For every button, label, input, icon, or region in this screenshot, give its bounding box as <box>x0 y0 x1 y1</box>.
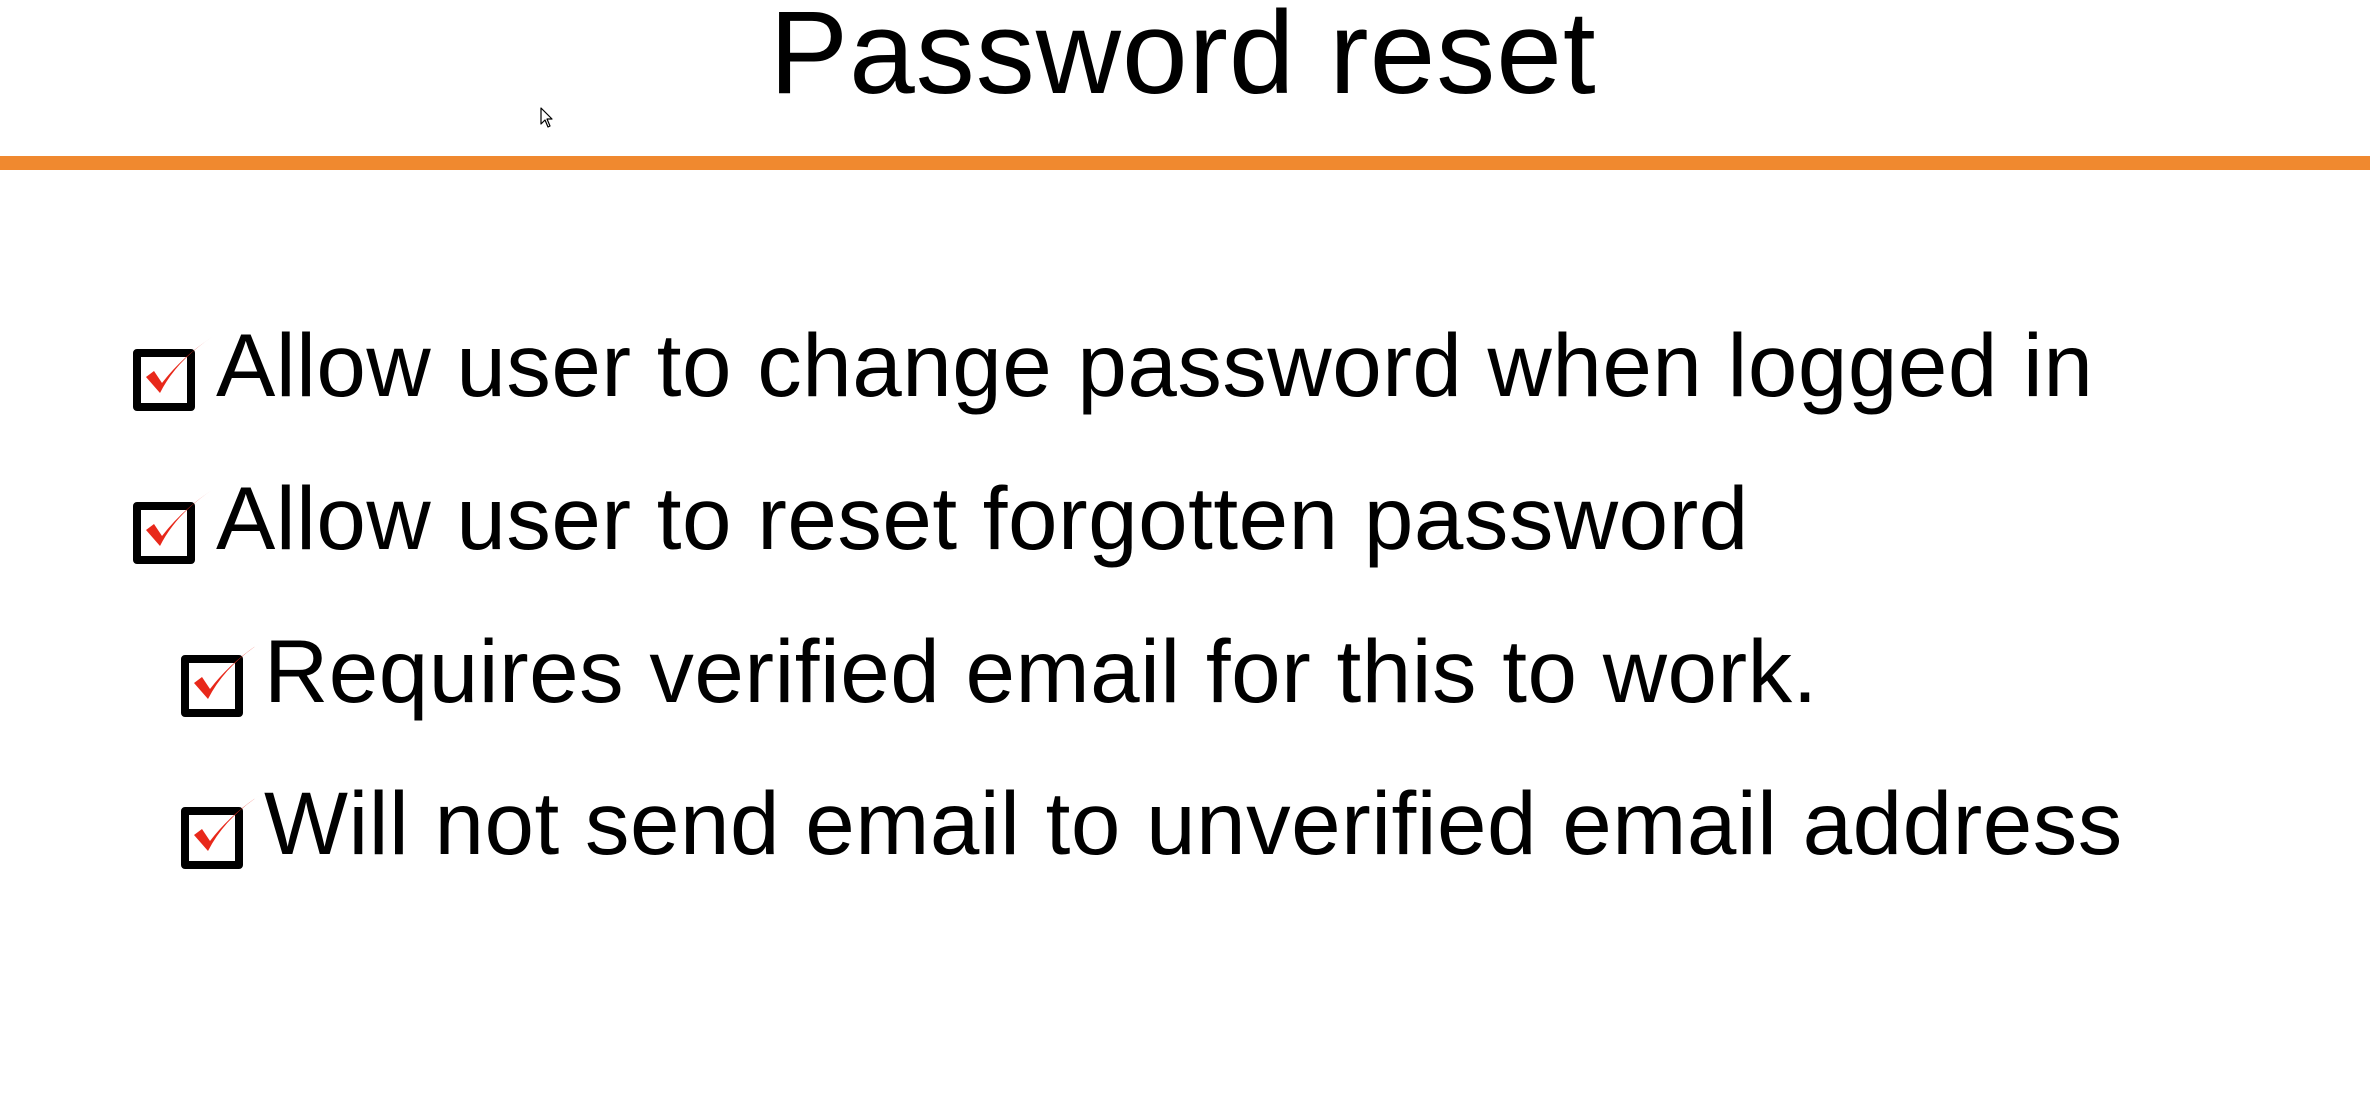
checked-box-icon <box>180 785 264 869</box>
sub-bullet-item: Requires verified email for this to work… <box>180 621 1818 721</box>
sub-bullet-item: Will not send email to unverified email … <box>180 773 2123 873</box>
bullet-text: Requires verified email for this to work… <box>264 621 1818 721</box>
bullet-text: Allow user to change password when logge… <box>216 315 2094 415</box>
bullet-text: Allow user to reset forgotten password <box>216 468 1749 568</box>
slide-title: Password reset <box>769 0 1597 119</box>
mouse-pointer-icon <box>540 107 554 129</box>
bullet-text: Will not send email to unverified email … <box>264 773 2123 873</box>
bullet-item: Allow user to reset forgotten password <box>132 468 1749 568</box>
checked-box-icon <box>132 327 216 411</box>
slide-title-container: Password reset <box>0 0 2370 118</box>
title-divider <box>0 156 2370 170</box>
checked-box-icon <box>132 480 216 564</box>
bullet-item: Allow user to change password when logge… <box>132 315 2093 415</box>
slide: Password reset Allow user to change pass… <box>0 0 2370 1118</box>
checked-box-icon <box>180 633 264 717</box>
